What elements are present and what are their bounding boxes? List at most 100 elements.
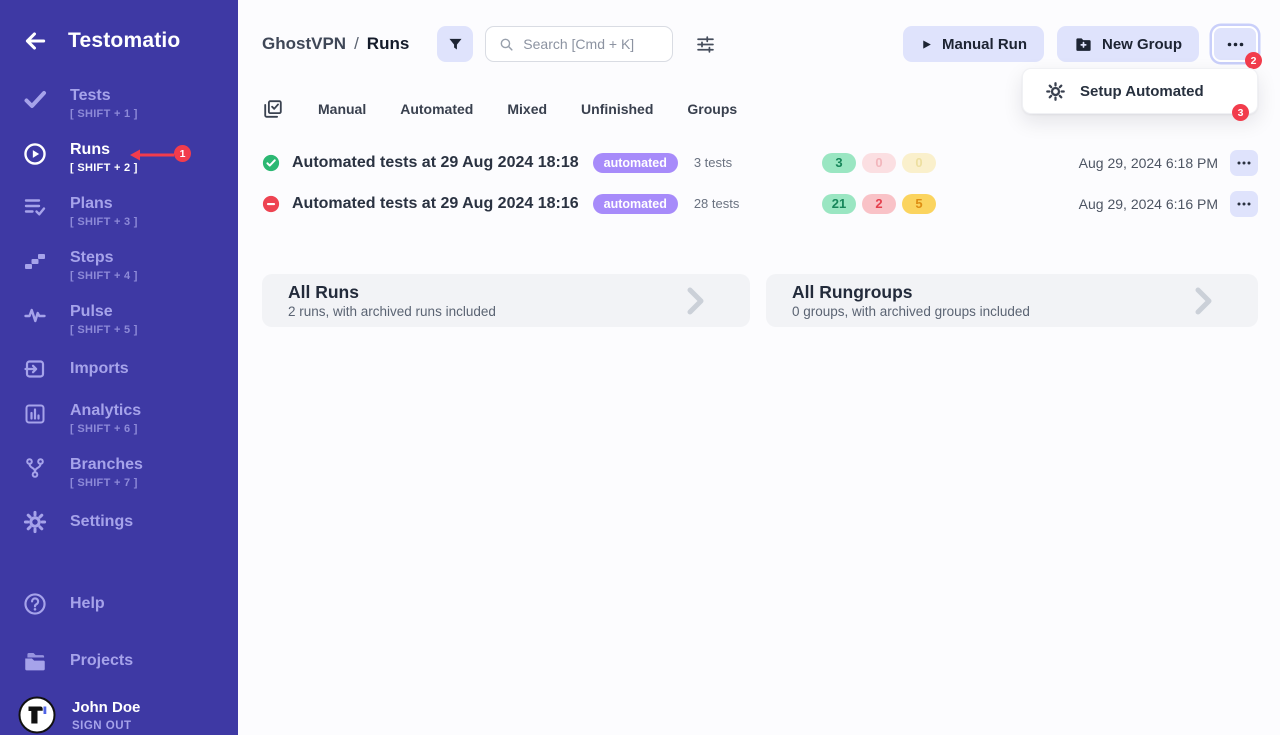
failed-count-pill: 2 [862, 194, 896, 214]
new-group-button[interactable]: New Group [1057, 26, 1199, 62]
run-title[interactable]: Automated tests at 29 Aug 2024 18:16 [292, 195, 579, 213]
folder-plus-icon [1074, 35, 1093, 54]
sidebar-item-label: Help [70, 594, 105, 613]
funnel-icon [447, 36, 464, 53]
skipped-count-pill: 5 [902, 194, 936, 214]
sidebar-item-plans[interactable]: Plans [ SHIFT + 3 ] [0, 194, 238, 236]
main-content: GhostVPN / Runs [238, 0, 1280, 735]
annotation-arrow-icon [128, 148, 176, 167]
runs-list: Automated tests at 29 Aug 2024 18:18 aut… [238, 142, 1280, 224]
sidebar-item-branches[interactable]: Branches [ SHIFT + 7 ] [0, 455, 238, 497]
sidebar-item-label: Branches [70, 455, 143, 474]
chevron-right-icon [686, 286, 706, 316]
passed-count-pill: 21 [822, 194, 856, 214]
sidebar-item-label: Pulse [70, 302, 138, 321]
menu-item-setup-automated[interactable]: Setup Automated [1080, 83, 1204, 100]
search-box[interactable] [485, 26, 673, 62]
sidebar-item-imports[interactable]: Imports [0, 356, 238, 381]
tab-groups[interactable]: Groups [687, 101, 737, 117]
sidebar-item-shortcut: [ SHIFT + 7 ] [70, 477, 143, 489]
ellipsis-icon [1237, 161, 1251, 165]
back-arrow-icon[interactable] [22, 28, 48, 54]
more-actions-button[interactable]: 2 [1212, 26, 1258, 62]
sidebar-item-projects[interactable]: Projects [0, 647, 238, 674]
run-row[interactable]: Automated tests at 29 Aug 2024 18:16 aut… [238, 183, 1280, 224]
ellipsis-icon [1227, 42, 1244, 47]
run-more-button[interactable] [1230, 150, 1258, 176]
run-result-counts: 3 0 0 [822, 153, 936, 173]
sidebar-brand: Testomatio [0, 0, 238, 58]
sidebar-item-shortcut: [ SHIFT + 3 ] [70, 216, 138, 228]
card-title: All Rungroups [792, 282, 1030, 302]
import-icon [0, 356, 70, 381]
app-title: Testomatio [68, 29, 180, 53]
tab-mixed[interactable]: Mixed [507, 101, 547, 117]
breadcrumb-separator: / [354, 34, 359, 54]
gear-icon [0, 509, 70, 534]
new-group-label: New Group [1102, 36, 1182, 53]
skipped-count-pill: 0 [902, 153, 936, 173]
app-window: Testomatio Tests [ SHIFT + 1 ] Runs [ SH… [0, 0, 1280, 735]
sidebar-item-settings[interactable]: Settings [0, 509, 238, 534]
search-icon [498, 36, 515, 53]
card-subtitle: 0 groups, with archived groups included [792, 304, 1030, 319]
sidebar-item-runs[interactable]: Runs [ SHIFT + 2 ] 1 [0, 140, 238, 182]
sidebar-item-analytics[interactable]: Analytics [ SHIFT + 6 ] [0, 401, 238, 443]
run-tests-count: 28 tests [694, 196, 740, 211]
more-actions-dropdown: Setup Automated 3 [1022, 68, 1258, 114]
breadcrumb-page: Runs [367, 34, 410, 54]
run-more-button[interactable] [1230, 191, 1258, 217]
avatar [18, 696, 56, 734]
sidebar-item-tests[interactable]: Tests [ SHIFT + 1 ] [0, 86, 238, 128]
sidebar-item-steps[interactable]: Steps [ SHIFT + 4 ] [0, 248, 238, 290]
tab-unfinished[interactable]: Unfinished [581, 101, 653, 117]
check-icon [0, 86, 70, 111]
summary-cards: All Runs 2 runs, with archived runs incl… [262, 274, 1258, 327]
tab-manual[interactable]: Manual [318, 101, 366, 117]
annotation-step-badge: 1 [174, 145, 191, 162]
annotation-step-badge: 2 [1245, 52, 1262, 69]
list-check-icon [0, 194, 70, 219]
sliders-icon[interactable] [695, 34, 716, 55]
run-date: Aug 29, 2024 6:18 PM [1079, 155, 1218, 171]
checkbox-stack-icon [262, 98, 284, 120]
tab-automated[interactable]: Automated [400, 101, 473, 117]
breadcrumb-project[interactable]: GhostVPN [262, 34, 346, 54]
status-passed-icon [262, 154, 280, 172]
sidebar-item-label: Steps [70, 248, 138, 267]
topbar: GhostVPN / Runs [238, 0, 1280, 62]
user-menu[interactable]: John Doe SIGN OUT [0, 696, 238, 734]
manual-run-button[interactable]: Manual Run [903, 26, 1044, 62]
sidebar-item-pulse[interactable]: Pulse [ SHIFT + 5 ] [0, 302, 238, 344]
sidebar-item-shortcut: [ SHIFT + 1 ] [70, 108, 138, 120]
run-title[interactable]: Automated tests at 29 Aug 2024 18:18 [292, 154, 579, 172]
passed-count-pill: 3 [822, 153, 856, 173]
tab-all-runs[interactable] [262, 98, 284, 120]
annotation-step-badge: 3 [1232, 104, 1249, 121]
all-runs-card[interactable]: All Runs 2 runs, with archived runs incl… [262, 274, 750, 327]
all-rungroups-card[interactable]: All Rungroups 0 groups, with archived gr… [766, 274, 1258, 327]
failed-count-pill: 0 [862, 153, 896, 173]
status-failed-icon [262, 195, 280, 213]
card-title: All Runs [288, 282, 496, 302]
search-input[interactable] [523, 36, 662, 52]
folders-icon [0, 647, 70, 674]
sidebar: Testomatio Tests [ SHIFT + 1 ] Runs [ SH… [0, 0, 238, 735]
run-type-badge: automated [593, 194, 678, 214]
topbar-actions: Manual Run New Group 2 [903, 26, 1258, 62]
bar-chart-icon [0, 401, 70, 426]
sidebar-nav: Tests [ SHIFT + 1 ] Runs [ SHIFT + 2 ] 1 [0, 86, 238, 734]
filter-button[interactable] [437, 26, 473, 62]
run-date: Aug 29, 2024 6:16 PM [1079, 196, 1218, 212]
pulse-icon [0, 302, 70, 327]
card-subtitle: 2 runs, with archived runs included [288, 304, 496, 319]
sidebar-item-label: Projects [70, 651, 133, 670]
branch-icon [0, 455, 70, 480]
sign-out-link[interactable]: SIGN OUT [72, 720, 140, 732]
sidebar-item-label: Imports [70, 359, 129, 378]
sidebar-item-help[interactable]: Help [0, 590, 238, 617]
manual-run-label: Manual Run [942, 36, 1027, 53]
chevron-right-icon [1194, 286, 1214, 316]
sidebar-item-shortcut: [ SHIFT + 5 ] [70, 324, 138, 336]
run-row[interactable]: Automated tests at 29 Aug 2024 18:18 aut… [238, 142, 1280, 183]
